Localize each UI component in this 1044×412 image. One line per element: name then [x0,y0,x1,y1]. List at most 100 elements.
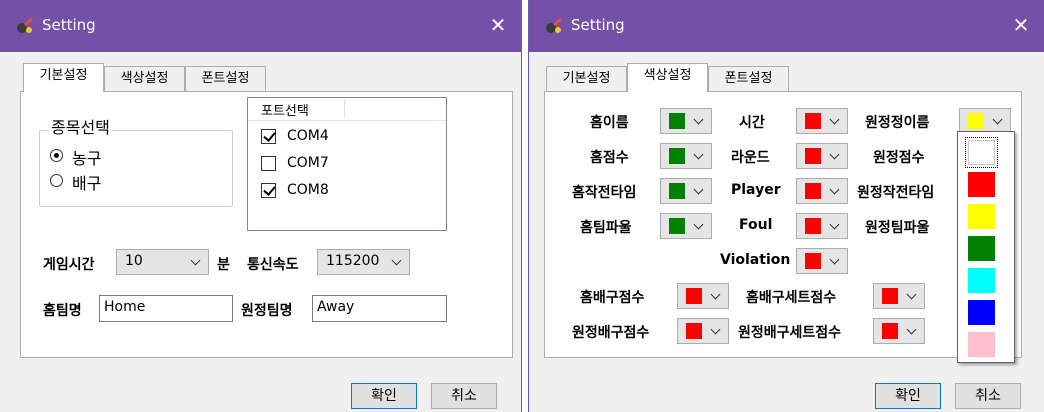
color-picker-time[interactable] [796,108,848,134]
color-swatch [669,218,685,234]
game-time-combo[interactable]: 10 [116,249,209,275]
radio-volleyball-label: 배구 [72,174,102,193]
color-option-yellow[interactable] [968,204,995,229]
label-foul: Foul [739,217,773,233]
away-team-value: Away [317,299,355,315]
radio-basketball-label: 농구 [72,149,102,168]
window-title: Setting [571,16,625,34]
color-swatch [669,183,685,199]
close-icon[interactable]: ✕ [1008,12,1034,38]
window-title: Setting [42,16,96,34]
settings-window-basic: Setting ✕ 기본설정 색상설정 폰트설정 종목선택 농구 배구 포트선택… [0,0,522,412]
away-team-label: 원정팀명 [241,303,293,319]
title-bar[interactable]: Setting ✕ [529,0,1044,52]
home-team-value: Home [104,299,146,315]
checkbox-com7[interactable] [261,156,276,171]
baud-value: 115200 [326,253,380,269]
label-home-volley-set: 홈배구세트점수 [746,290,837,306]
tab-basic[interactable]: 기본설정 [23,63,104,92]
tab-font[interactable]: 폰트설정 [708,66,789,92]
color-picker-away-volley-score[interactable] [677,318,729,344]
sport-group [39,130,233,207]
app-icon [17,17,33,33]
color-option-blue[interactable] [968,300,995,325]
game-time-value: 10 [125,253,143,269]
color-swatch [805,218,821,234]
port-label-com8: COM8 [287,182,329,198]
color-swatch [686,323,702,339]
sport-group-title: 종목선택 [49,118,112,138]
label-home-name: 홈이름 [590,115,629,131]
home-team-input[interactable]: Home [99,295,233,322]
label-away-timeout: 원정작전타임 [857,185,935,201]
tab-font[interactable]: 폰트설정 [185,66,266,92]
label-home-volley-score: 홈배구점수 [580,290,645,306]
color-picker-violation[interactable] [796,248,848,274]
label-violation: Violation [720,252,791,268]
title-bar[interactable]: Setting ✕ [0,0,521,52]
color-picker-home-foul[interactable] [660,213,712,239]
color-swatch [805,253,821,269]
radio-basketball[interactable] [50,149,63,162]
port-header-label: 포트선택 [261,104,309,119]
label-away-foul: 원정팀파울 [865,220,930,236]
color-option-pink[interactable] [968,332,995,357]
color-swatch [882,323,898,339]
color-picker-home-name[interactable] [660,108,712,134]
tab-basic[interactable]: 기본설정 [546,66,627,92]
color-dropdown-list[interactable] [957,131,1015,363]
color-picker-foul[interactable] [796,213,848,239]
cancel-button[interactable]: 취소 [955,383,1021,409]
tab-color[interactable]: 색상설정 [104,66,185,92]
home-team-label: 홈팀명 [43,303,82,319]
away-team-input[interactable]: Away [312,295,447,322]
color-swatch [968,113,984,129]
color-picker-home-volley-set[interactable] [873,283,925,309]
color-swatch [669,113,685,129]
baud-combo[interactable]: 115200 [317,249,410,275]
color-picker-home-timeout[interactable] [660,178,712,204]
label-away-name: 원정정이름 [865,115,930,131]
label-away-volley-score: 원정배구점수 [572,325,650,341]
label-time: 시간 [739,115,765,131]
minute-label: 분 [217,257,230,273]
checkbox-com4[interactable] [261,129,276,144]
color-swatch [805,113,821,129]
radio-volleyball[interactable] [50,174,63,187]
baud-label: 통신속도 [247,257,299,273]
color-picker-round[interactable] [796,143,848,169]
label-away-score: 원정점수 [873,150,925,166]
chevron-down-icon [391,255,402,266]
cancel-button[interactable]: 취소 [431,383,497,409]
close-icon[interactable]: ✕ [485,12,511,38]
color-picker-home-score[interactable] [660,143,712,169]
game-time-label: 게임시간 [43,257,95,273]
tab-color[interactable]: 색상설정 [627,63,708,92]
color-picker-away-volley-set[interactable] [873,318,925,344]
ok-button[interactable]: 확인 [875,383,941,409]
label-home-score: 홈점수 [590,150,629,166]
color-swatch [805,148,821,164]
color-option-green[interactable] [968,236,995,261]
label-away-volley-set: 원정배구세트점수 [738,325,842,341]
color-swatch [686,288,702,304]
port-label-com4: COM4 [287,128,329,144]
color-picker-player[interactable] [796,178,848,204]
port-list-header: 포트선택 [248,98,446,121]
port-label-com7: COM7 [287,155,329,171]
chevron-down-icon [190,255,201,266]
port-listbox[interactable]: 포트선택 [247,97,447,231]
color-picker-home-volley-score[interactable] [677,283,729,309]
color-option-cyan[interactable] [968,268,995,293]
color-swatch [882,288,898,304]
checkbox-com8[interactable] [261,183,276,198]
label-player: Player [731,182,781,198]
label-home-timeout: 홈작전타임 [572,185,637,201]
ok-button[interactable]: 확인 [351,383,417,409]
label-round: 라운드 [731,150,770,166]
app-icon [546,17,562,33]
color-swatch [805,183,821,199]
label-home-foul: 홈팀파울 [580,220,632,236]
color-option-white[interactable] [965,137,998,168]
color-option-red[interactable] [968,172,995,197]
